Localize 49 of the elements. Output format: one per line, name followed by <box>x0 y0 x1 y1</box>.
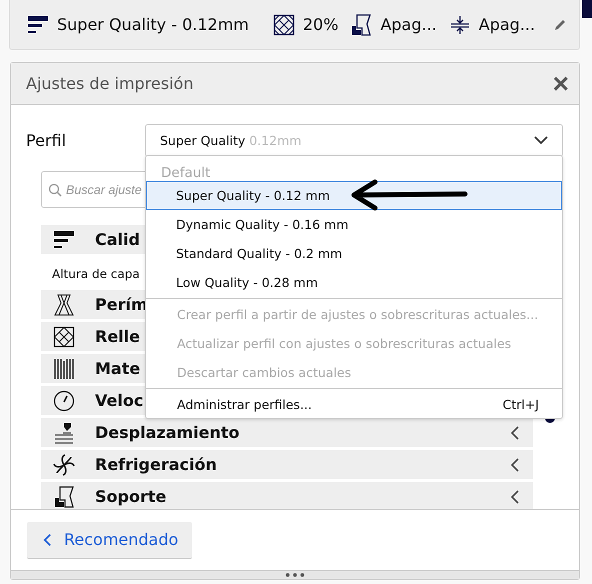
infill-summary: 20% <box>302 15 338 34</box>
print-summary-bar[interactable]: Super Quality - 0.12mm 20% Apag... Apag... <box>9 0 580 50</box>
category-header[interactable]: Desplazamiento <box>41 418 533 447</box>
menu-item[interactable]: Dynamic Quality - 0.16 mm <box>146 210 562 239</box>
panel-title: Ajustes de impresión <box>26 74 194 93</box>
support-summary: Apag... <box>380 15 437 34</box>
infill-icon <box>53 326 75 348</box>
layers-icon <box>27 14 49 36</box>
chevron-icon <box>511 490 519 504</box>
adhesion-summary: Apag... <box>478 15 536 34</box>
support-icon <box>350 14 372 36</box>
dots-icon <box>284 572 306 578</box>
category-header[interactable]: Refrigeración <box>41 450 533 479</box>
menu-item[interactable]: Standard Quality - 0.2 mm <box>146 239 562 268</box>
resize-handle[interactable] <box>11 570 579 579</box>
category-title: Veloc <box>95 391 144 410</box>
category-title: Soporte <box>95 487 166 506</box>
chevron-left-icon <box>43 532 52 546</box>
menu-item[interactable]: Administrar perfiles... Ctrl+J <box>146 390 562 419</box>
category-title: Desplazamiento <box>95 423 240 442</box>
layers-icon <box>53 228 75 250</box>
menu-item[interactable]: Low Quality - 0.28 mm <box>146 268 562 297</box>
pencil-icon[interactable] <box>553 18 567 32</box>
infill-icon <box>272 14 295 36</box>
viewport-edge <box>582 0 592 18</box>
profile-summary: Super Quality - 0.12mm <box>57 15 249 34</box>
support-icon <box>53 486 75 508</box>
nozzle-icon <box>53 422 75 444</box>
category-title: Relle <box>95 327 140 346</box>
category-title: Perím <box>95 295 148 314</box>
close-button[interactable]: × <box>552 70 569 98</box>
recommended-button[interactable]: Recomendado <box>27 522 192 558</box>
menu-item[interactable]: Super Quality - 0.12 mm <box>146 181 562 210</box>
setting-label: Altura de capa <box>52 266 140 280</box>
walls-icon <box>53 294 75 316</box>
chevron-icon <box>511 458 519 472</box>
filament-icon <box>53 358 75 380</box>
profile-label: Perfil <box>26 130 68 150</box>
category-title: Mate <box>95 359 140 378</box>
gauge-icon <box>53 390 75 412</box>
search-input[interactable]: Buscar ajuste <box>66 182 142 196</box>
search-icon <box>48 182 62 196</box>
category-header[interactable]: Soporte <box>41 482 533 509</box>
category-title: Calid <box>95 230 140 249</box>
chevron-down-icon <box>534 135 548 145</box>
category-title: Refrigeración <box>95 455 217 474</box>
fan-icon <box>53 454 75 476</box>
adhesion-icon <box>448 14 471 36</box>
chevron-icon <box>511 426 519 440</box>
